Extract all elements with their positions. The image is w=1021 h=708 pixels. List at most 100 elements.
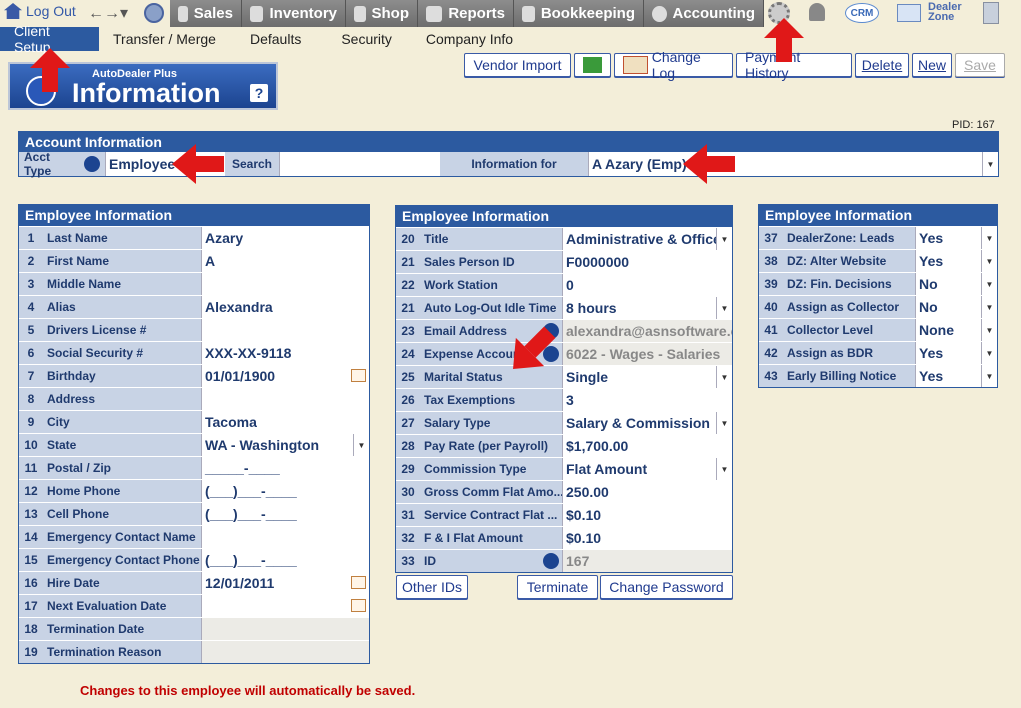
chevron-down-icon[interactable]: ▼ <box>981 342 997 364</box>
field-value[interactable]: Yes ▼ <box>915 342 997 364</box>
chevron-down-icon[interactable]: ▼ <box>353 434 369 456</box>
search-input[interactable] <box>279 152 440 176</box>
chevron-down-icon[interactable]: ▼ <box>716 458 732 480</box>
field-value[interactable]: Yes ▼ <box>915 250 997 272</box>
logout-link[interactable]: Log Out <box>4 3 76 19</box>
user-face-icon[interactable] <box>144 3 164 23</box>
field-value[interactable]: Tacoma <box>201 411 369 433</box>
field-value[interactable]: (___)___-____ <box>201 480 369 502</box>
field-value[interactable] <box>201 641 369 663</box>
field-value[interactable]: 250.00 <box>562 481 732 503</box>
field-label: Cell Phone <box>43 503 201 525</box>
chevron-down-icon[interactable]: ▼ <box>981 296 997 318</box>
calendar-icon[interactable] <box>351 369 366 382</box>
field-value-text: Single <box>566 369 609 385</box>
new-button[interactable]: New <box>912 53 952 77</box>
nav-bookkeeping[interactable]: Bookkeeping <box>514 0 644 27</box>
delete-button[interactable]: Delete <box>855 53 909 77</box>
chevron-down-icon[interactable]: ▼ <box>981 319 997 341</box>
other-ids-button[interactable]: Other IDs <box>396 575 468 599</box>
field-value[interactable]: $1,700.00 <box>562 435 732 457</box>
field-value[interactable]: (___)___-____ <box>201 549 369 571</box>
help-icon[interactable]: ? <box>250 84 268 102</box>
chevron-down-icon[interactable]: ▼ <box>981 365 997 387</box>
link-icon[interactable] <box>543 553 559 569</box>
tab-company-info[interactable]: Company Info <box>406 27 527 51</box>
field-value[interactable]: Single ▼ <box>562 366 732 388</box>
field-value[interactable] <box>201 595 369 617</box>
field-value[interactable]: A <box>201 250 369 272</box>
field-value[interactable]: No ▼ <box>915 273 997 295</box>
bell-icon[interactable] <box>809 3 825 21</box>
tab-security[interactable]: Security <box>315 27 406 51</box>
field-value[interactable]: _____-____ <box>201 457 369 479</box>
chevron-down-icon[interactable]: ▼ <box>716 366 732 388</box>
vendor-import-button[interactable]: Vendor Import <box>464 53 571 77</box>
chevron-down-icon[interactable]: ▼ <box>982 152 998 176</box>
field-value[interactable]: $0.10 <box>562 527 732 549</box>
field-value[interactable]: F0000000 <box>562 251 732 273</box>
field-value[interactable]: Yes ▼ <box>915 365 997 387</box>
change-password-button[interactable]: Change Password <box>600 575 733 599</box>
field-value[interactable]: (___)___-____ <box>201 503 369 525</box>
field-value[interactable]: Azary <box>201 227 369 249</box>
calendar-icon[interactable] <box>351 599 366 612</box>
field-value[interactable]: WA - Washington ▼ <box>201 434 369 456</box>
nav-inventory[interactable]: Inventory <box>242 0 346 27</box>
field-value[interactable]: None ▼ <box>915 319 997 341</box>
field-value[interactable]: 12/01/2011 <box>201 572 369 594</box>
field-label-text: Gross Comm Flat Amo... <box>424 485 562 499</box>
field-row: 20 Title Administrative & Office ▼ <box>396 227 732 250</box>
calendar-icon[interactable] <box>351 576 366 589</box>
field-value[interactable]: Alexandra <box>201 296 369 318</box>
tab-transfer-merge[interactable]: Transfer / Merge <box>99 27 230 51</box>
back-forward-arrows-icon[interactable]: ←→▾ <box>88 3 128 23</box>
chevron-down-icon[interactable]: ▼ <box>716 228 732 250</box>
chevron-down-icon[interactable]: ▼ <box>981 273 997 295</box>
chevron-down-icon[interactable]: ▼ <box>716 297 732 319</box>
crm-icon[interactable]: CRM <box>845 3 879 23</box>
field-value[interactable] <box>201 526 369 548</box>
field-value[interactable] <box>201 273 369 295</box>
field-value[interactable] <box>201 388 369 410</box>
field-value[interactable]: 6022 - Wages - Salaries <box>562 343 732 365</box>
dealer-zone-icon[interactable] <box>897 4 921 22</box>
field-value[interactable]: Flat Amount ▼ <box>562 458 732 480</box>
terminate-button[interactable]: Terminate <box>517 575 598 599</box>
field-value[interactable]: Administrative & Office ▼ <box>562 228 732 250</box>
field-value[interactable]: $0.10 <box>562 504 732 526</box>
nav-reports[interactable]: Reports <box>418 0 514 27</box>
field-value-text: WA - Washington <box>205 437 320 453</box>
field-value[interactable]: Yes ▼ <box>915 227 997 249</box>
calculator-icon[interactable] <box>983 2 999 24</box>
field-value[interactable]: 167 <box>562 550 732 572</box>
field-value[interactable]: No ▼ <box>915 296 997 318</box>
chevron-down-icon[interactable]: ▼ <box>981 250 997 272</box>
field-value[interactable]: 0 <box>562 274 732 296</box>
save-button[interactable]: Save <box>955 53 1005 77</box>
nav-accounting[interactable]: Accounting <box>644 0 764 27</box>
field-value[interactable]: 3 <box>562 389 732 411</box>
field-value[interactable]: XXX-XX-9118 <box>201 342 369 364</box>
nav-shop[interactable]: Shop <box>346 0 418 27</box>
field-value[interactable]: 01/01/1900 <box>201 365 369 387</box>
field-label: Termination Reason <box>43 641 201 663</box>
field-label-text: Drivers License # <box>47 323 147 337</box>
dealer-zone-link[interactable]: Dealer Zone <box>928 2 962 23</box>
export-excel-button[interactable] <box>574 53 611 77</box>
field-label: Hire Date <box>43 572 201 594</box>
information-for-select[interactable]: A Azary (Emp) ▼ <box>588 152 998 176</box>
chevron-down-icon[interactable]: ▼ <box>716 412 732 434</box>
field-value[interactable]: alexandra@asnsoftware.co <box>562 320 732 342</box>
nav-sales[interactable]: Sales <box>170 0 242 27</box>
field-value[interactable] <box>201 319 369 341</box>
field-value[interactable]: Salary & Commission ▼ <box>562 412 732 434</box>
field-label-text: Auto Log-Out Idle Time <box>424 301 557 315</box>
chevron-down-icon[interactable]: ▼ <box>981 227 997 249</box>
change-log-button[interactable]: Change Log <box>614 49 733 81</box>
annotation-arrow-icon <box>683 144 735 184</box>
acct-type-link-icon[interactable] <box>84 156 100 172</box>
field-value[interactable]: 8 hours ▼ <box>562 297 732 319</box>
field-value[interactable] <box>201 618 369 640</box>
tab-defaults[interactable]: Defaults <box>230 27 315 51</box>
